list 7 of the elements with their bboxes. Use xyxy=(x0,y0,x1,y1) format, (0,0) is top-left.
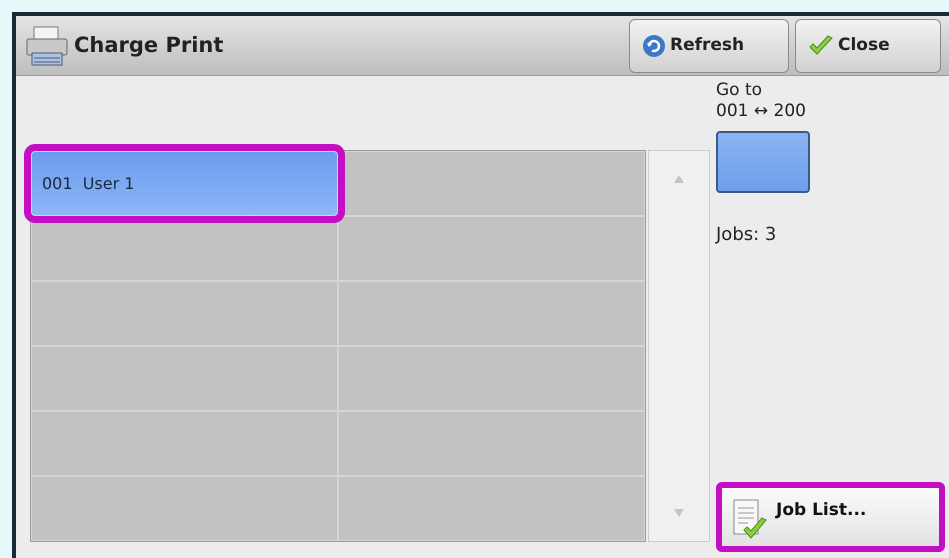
refresh-button[interactable]: Refresh xyxy=(629,18,789,72)
close-button[interactable]: Close xyxy=(795,18,941,72)
range-label: 001 ↔ 200 xyxy=(716,101,807,122)
job-list-button[interactable]: Job List... xyxy=(716,482,945,552)
jobs-count: Jobs: 3 xyxy=(716,222,778,246)
go-to-label: Go to xyxy=(716,80,764,102)
window-title: Charge Print xyxy=(74,32,224,59)
